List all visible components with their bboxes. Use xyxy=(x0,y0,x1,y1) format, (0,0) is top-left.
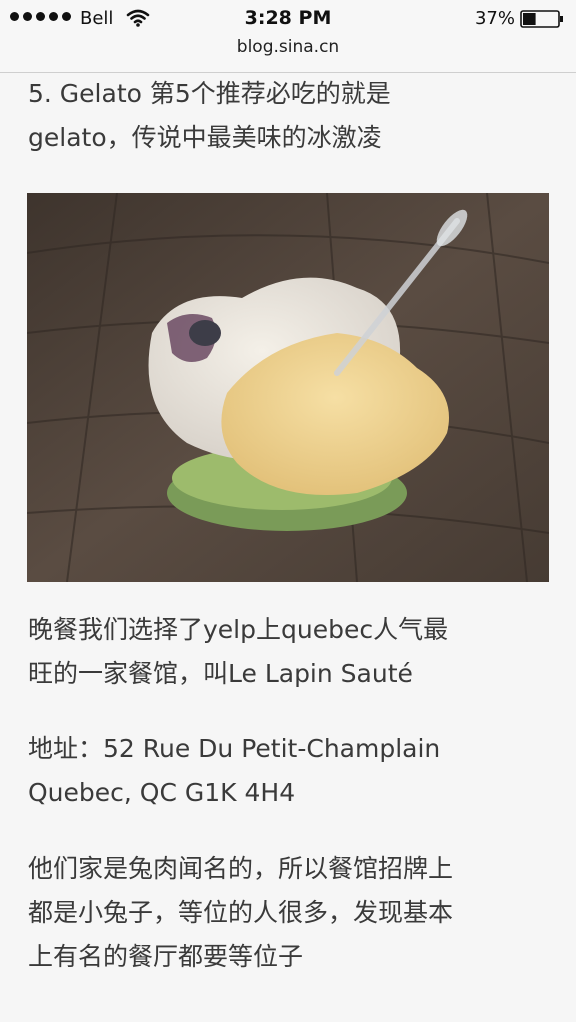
article-paragraph: 地址：52 Rue Du Petit-Champlain Quebec, QC … xyxy=(28,734,441,807)
battery-icon xyxy=(520,10,563,28)
gelato-photo-illustration xyxy=(27,193,549,582)
article-paragraph: 他们家是兔肉闻名的，所以餐馆招牌上 都是小兔子，等位的人很多，发现基本 上有名的… xyxy=(28,854,454,971)
article-paragraph: 5. Gelato 第5个推荐必吃的就是 gelato，传说中最美味的冰激凌 xyxy=(28,79,391,152)
battery-percent: 37% xyxy=(474,8,515,29)
article-paragraph: 晚餐我们选择了yelp上quebec人气最 旺的一家餐馆，叫Le Lapin S… xyxy=(28,615,449,688)
url-bar[interactable]: blog.sina.cn xyxy=(0,36,576,73)
url-text[interactable]: blog.sina.cn xyxy=(0,37,576,57)
status-bar: Bell 3:28 PM 37% xyxy=(0,0,576,36)
gelato-photo xyxy=(27,193,549,582)
